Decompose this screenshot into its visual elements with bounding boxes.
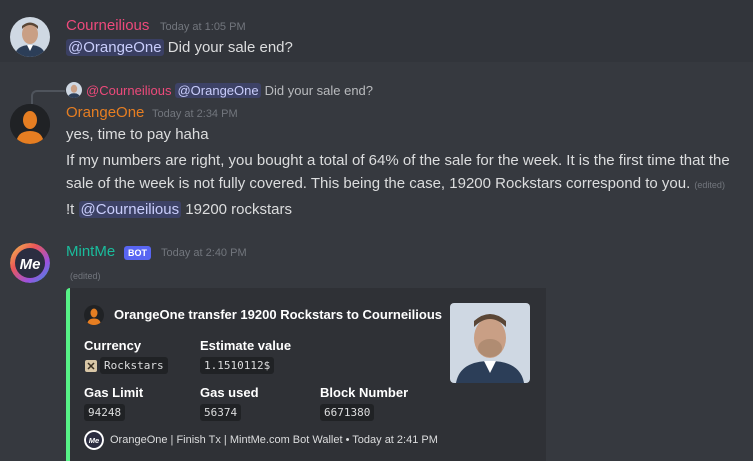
reply-author[interactable]: @Courneilious [86,83,171,98]
message-timestamp: Today at 2:34 PM [152,108,238,120]
message-content: @OrangeOne Did your sale end? [66,37,293,59]
bot-tag: BOT [124,246,151,260]
field-value-currency: Rockstars [84,357,168,374]
bot-avatar-mintme[interactable]: Me [10,243,50,283]
message-line: sale of the week is not fully covered. T… [66,173,725,196]
message-line: yes, time to pay haha [66,126,209,143]
reply-spine [31,90,65,104]
rockstars-token-icon [84,359,98,373]
field-name-currency: Currency [84,338,142,353]
message-text: Did your sale end? [163,39,293,56]
command-line: !t @Courneilious 19200 rockstars [66,199,292,221]
svg-text:Me: Me [20,256,41,273]
mintme-logo-icon: Me [84,430,104,450]
username-mintme[interactable]: MintMe [66,243,115,260]
message-courneilious: Courneilious Today at 1:05 PM @OrangeOne… [0,0,753,62]
embed-card: OrangeOne transfer 19200 Rockstars to Co… [66,288,546,461]
embed-title: OrangeOne transfer 19200 Rockstars to Co… [114,307,442,322]
field-value-gas-limit: 94248 [84,404,126,421]
user-avatar-orangeone[interactable] [10,104,50,144]
svg-text:Me: Me [89,436,99,445]
field-value-estimate: 1.1510112$ [200,357,275,374]
embed-footer-text: OrangeOne | Finish Tx | MintMe.com Bot W… [110,434,438,446]
field-name-gas-used: Gas used [200,385,259,400]
field-name-estimate-value: Estimate value [200,338,292,353]
user-mention[interactable]: @OrangeOne [66,39,164,56]
reply-mention[interactable]: @OrangeOne [175,82,261,98]
edited-label: (edited) [70,271,101,281]
embed-thumbnail[interactable] [450,303,530,383]
reply-preview[interactable]: @Courneilious @OrangeOne Did your sale e… [66,80,373,100]
message-timestamp: Today at 1:05 PM [160,21,246,33]
field-value-gas-used: 56374 [200,404,242,421]
field-value-block-number: 6671380 [320,404,375,421]
username-courneilious[interactable]: Courneilious [66,17,149,34]
field-value-text: Rockstars [100,357,168,374]
command-prefix: !t [66,201,79,218]
command-suffix: 19200 rockstars [181,201,293,218]
embed-footer: Me OrangeOne | Finish Tx | MintMe.com Bo… [84,430,438,450]
reply-text: Did your sale end? [264,82,374,98]
edited-label: (edited) [694,180,725,190]
field-name-gas-limit: Gas Limit [84,385,144,400]
message-line: If my numbers are right, you bought a to… [66,152,730,169]
message-timestamp: Today at 2:40 PM [161,247,247,259]
reply-avatar [66,82,82,98]
username-orangeone[interactable]: OrangeOne [66,104,144,121]
user-mention[interactable]: @Courneilious [78,201,182,218]
message-line-text: sale of the week is not fully covered. T… [66,175,691,192]
user-avatar-courneilious[interactable] [10,17,50,57]
orange-person-icon [84,305,104,325]
field-name-block-number: Block Number [320,385,409,400]
